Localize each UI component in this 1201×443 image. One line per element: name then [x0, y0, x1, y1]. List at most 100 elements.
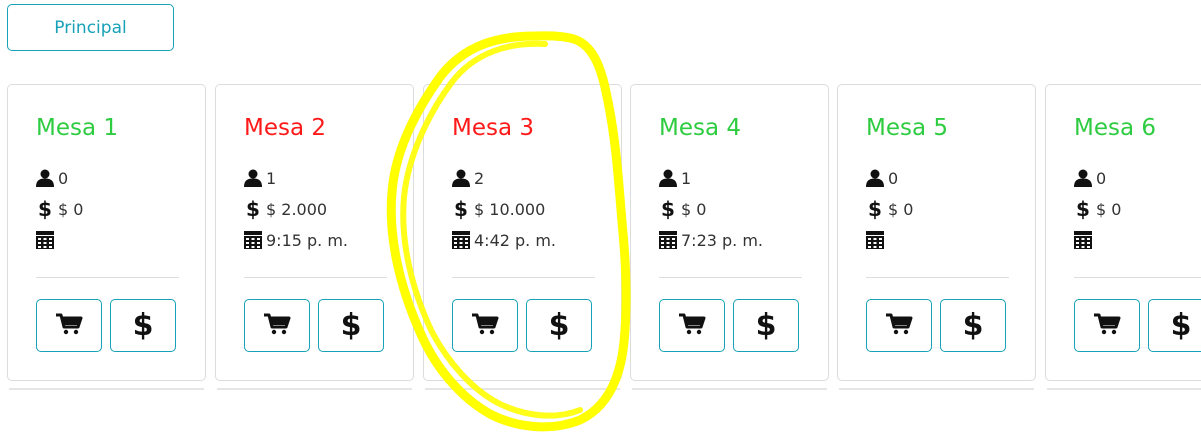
- person-icon: [35, 168, 55, 188]
- persons-row: 0: [35, 165, 68, 191]
- time-value: 7:23 p. m.: [681, 230, 764, 250]
- divider: [244, 277, 387, 278]
- persons-row: 0: [865, 165, 898, 191]
- card-shadow-line: [9, 388, 204, 390]
- divider: [36, 277, 179, 278]
- person-icon: [1073, 168, 1093, 188]
- dollar-symbol: $: [661, 197, 675, 221]
- persons-row: 1: [243, 165, 276, 191]
- dollar-symbol: $: [454, 197, 468, 221]
- card-shadow-line: [217, 388, 412, 390]
- persons-row: 0: [1073, 165, 1106, 191]
- persons-count: 2: [474, 168, 485, 188]
- time-row: 9:15 p. m.: [243, 227, 348, 253]
- dollar-icon: $: [340, 307, 362, 343]
- calendar-icon: [35, 230, 55, 250]
- persons-count: 0: [58, 168, 69, 188]
- amount-value: $ 0: [681, 199, 707, 219]
- divider: [452, 277, 595, 278]
- divider: [659, 277, 802, 278]
- cart-button[interactable]: [244, 299, 310, 352]
- time-row: 7:23 p. m.: [658, 227, 763, 253]
- principal-button[interactable]: Principal: [7, 4, 174, 51]
- calendar-icon: [243, 230, 263, 250]
- person-icon: [243, 168, 263, 188]
- dollar-icon: $: [658, 199, 678, 219]
- cart-button[interactable]: [866, 299, 932, 352]
- person-icon: [658, 168, 678, 188]
- dollar-symbol: $: [1076, 197, 1090, 221]
- calendar-icon: [1073, 230, 1093, 250]
- persons-count: 0: [1096, 168, 1107, 188]
- table-title: Mesa 6: [1074, 115, 1157, 141]
- table-card-3: Mesa 3 2 $ $ 10.000 4:42 p. m. $: [423, 84, 622, 381]
- table-title: Mesa 3: [452, 115, 535, 141]
- time-row: 4:42 p. m.: [451, 227, 556, 253]
- amount-row: $ $ 0: [35, 196, 83, 222]
- dollar-icon: $: [132, 307, 154, 343]
- amount-value: $ 2.000: [266, 199, 328, 219]
- time-row: [1073, 227, 1096, 253]
- card-shadow-line: [839, 388, 1034, 390]
- person-icon: [451, 168, 471, 188]
- cart-icon: [1093, 313, 1121, 339]
- dollar-icon: $: [962, 307, 984, 343]
- dollar-symbol: $: [868, 197, 882, 221]
- cart-button[interactable]: [1074, 299, 1140, 352]
- page: Principal Mesa 1 0 $ $ 0 $ Mesa 2 1 $ $ …: [0, 0, 1201, 443]
- amount-value: $ 0: [888, 199, 914, 219]
- pay-button[interactable]: $: [940, 299, 1006, 352]
- amount-row: $ $ 10.000: [451, 196, 545, 222]
- time-row: [35, 227, 58, 253]
- calendar-icon: [451, 230, 471, 250]
- pay-button[interactable]: $: [526, 299, 592, 352]
- dollar-icon: $: [1170, 307, 1192, 343]
- divider: [1074, 277, 1201, 278]
- amount-row: $ $ 2.000: [243, 196, 327, 222]
- cart-button[interactable]: [452, 299, 518, 352]
- dollar-icon: $: [35, 199, 55, 219]
- cart-button[interactable]: [659, 299, 725, 352]
- time-value: 9:15 p. m.: [266, 230, 349, 250]
- dollar-icon: $: [755, 307, 777, 343]
- dollar-icon: $: [548, 307, 570, 343]
- dollar-icon: $: [1073, 199, 1093, 219]
- persons-count: 0: [888, 168, 899, 188]
- amount-row: $ $ 0: [1073, 196, 1121, 222]
- pay-button[interactable]: $: [1148, 299, 1201, 352]
- dollar-symbol: $: [38, 197, 52, 221]
- dollar-icon: $: [865, 199, 885, 219]
- persons-row: 1: [658, 165, 691, 191]
- amount-row: $ $ 0: [865, 196, 913, 222]
- cart-icon: [55, 313, 83, 339]
- cart-button[interactable]: [36, 299, 102, 352]
- table-card-4: Mesa 4 1 $ $ 0 7:23 p. m. $: [630, 84, 829, 381]
- person-icon: [865, 168, 885, 188]
- dollar-symbol: $: [246, 197, 260, 221]
- card-shadow-line: [425, 388, 620, 390]
- divider: [866, 277, 1009, 278]
- time-row: [865, 227, 888, 253]
- table-title: Mesa 2: [244, 115, 327, 141]
- cart-icon: [471, 313, 499, 339]
- amount-value: $ 0: [58, 199, 84, 219]
- table-title: Mesa 4: [659, 115, 742, 141]
- table-card-2: Mesa 2 1 $ $ 2.000 9:15 p. m. $: [215, 84, 414, 381]
- persons-row: 2: [451, 165, 484, 191]
- cart-icon: [263, 313, 291, 339]
- table-title: Mesa 5: [866, 115, 949, 141]
- table-title: Mesa 1: [36, 115, 119, 141]
- pay-button[interactable]: $: [110, 299, 176, 352]
- table-card-5: Mesa 5 0 $ $ 0 $: [837, 84, 1036, 381]
- cart-icon: [678, 313, 706, 339]
- pay-button[interactable]: $: [318, 299, 384, 352]
- calendar-icon: [865, 230, 885, 250]
- pay-button[interactable]: $: [733, 299, 799, 352]
- time-value: 4:42 p. m.: [474, 230, 557, 250]
- persons-count: 1: [266, 168, 277, 188]
- amount-value: $ 0: [1096, 199, 1122, 219]
- amount-row: $ $ 0: [658, 196, 706, 222]
- dollar-icon: $: [243, 199, 263, 219]
- persons-count: 1: [681, 168, 692, 188]
- table-card-1: Mesa 1 0 $ $ 0 $: [7, 84, 206, 381]
